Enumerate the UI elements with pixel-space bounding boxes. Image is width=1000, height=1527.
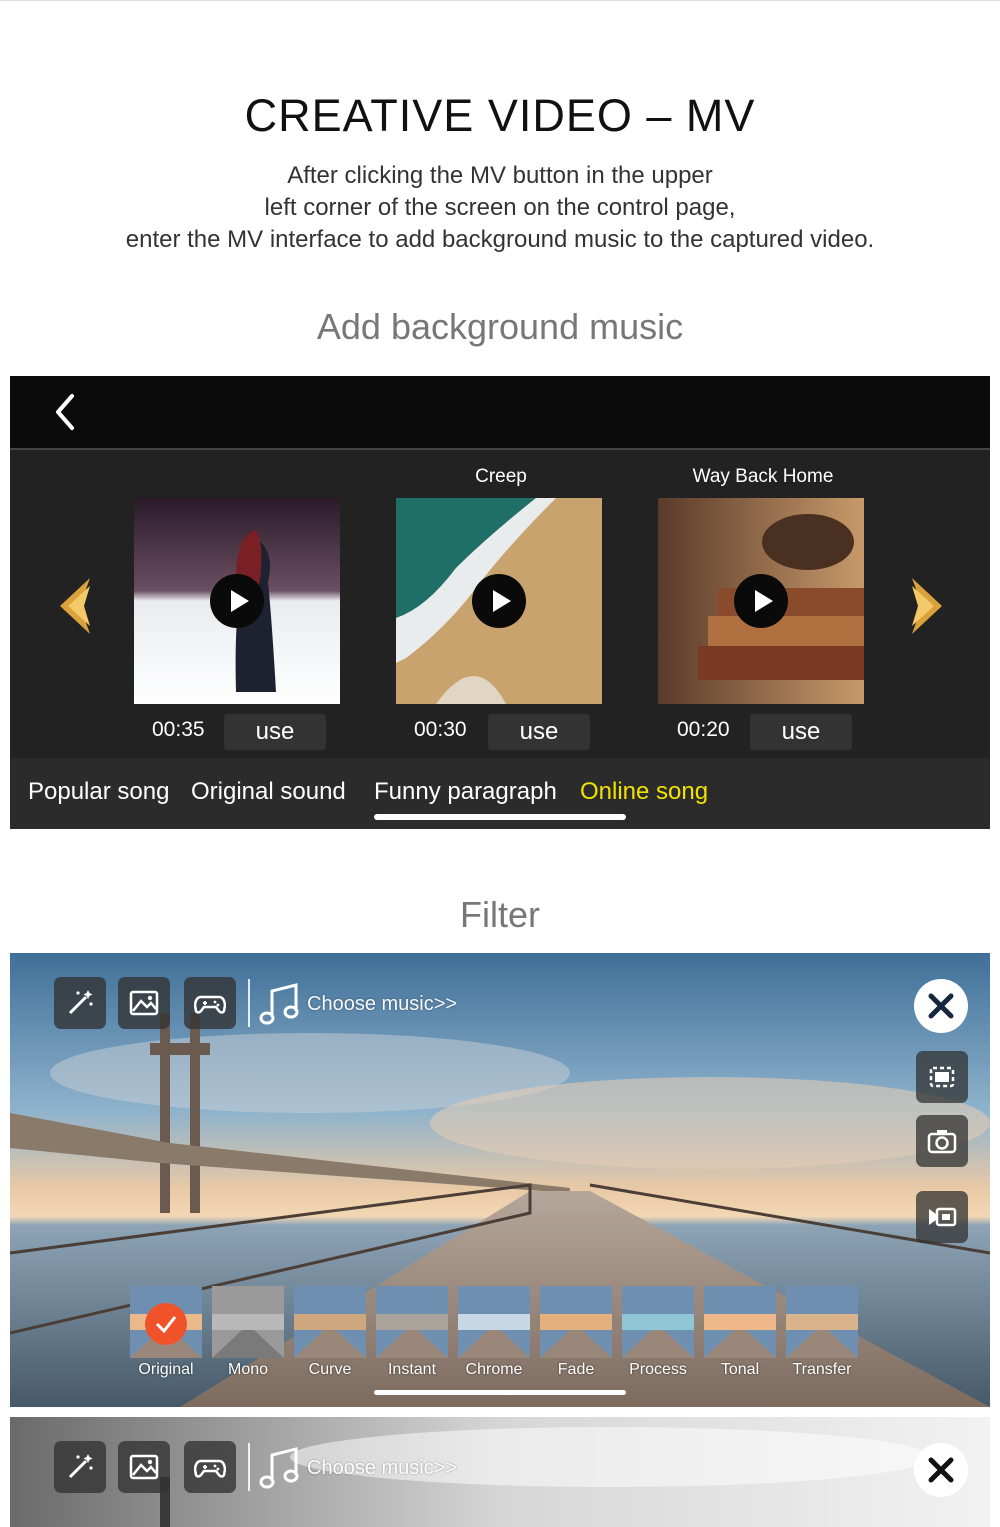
video-icon[interactable] [916, 1191, 968, 1243]
music-note-icon[interactable] [258, 981, 302, 1027]
filter-thumb-instant[interactable] [376, 1286, 448, 1358]
gamepad-icon[interactable] [184, 1441, 236, 1493]
filter-label: Instant [387, 1361, 437, 1378]
play-icon[interactable] [210, 574, 264, 628]
filter-thumb-chrome[interactable] [458, 1286, 530, 1358]
filter-thumb-transfer[interactable] [786, 1286, 858, 1358]
tab-online-song[interactable]: Online song [580, 778, 708, 806]
check-icon [145, 1303, 187, 1345]
section-title-filter: Filter [460, 894, 540, 935]
filter-thumb-tonal[interactable] [704, 1286, 776, 1358]
filter-preview-image [458, 1286, 530, 1358]
use-button[interactable]: use [750, 714, 852, 750]
filter-label: Process [629, 1361, 687, 1378]
toolbar-divider [248, 1443, 250, 1491]
top-divider [0, 0, 1000, 1]
play-icon[interactable] [472, 574, 526, 628]
filter-label: Curve [308, 1361, 352, 1378]
arrow-right-icon[interactable] [908, 576, 944, 636]
gamepad-icon[interactable] [184, 977, 236, 1029]
description-line: left corner of the screen on the control… [264, 194, 736, 221]
filter-thumb-original[interactable] [130, 1286, 202, 1358]
play-icon[interactable] [734, 574, 788, 628]
page-description: After clicking the MV button in the uppe… [0, 160, 1000, 256]
filter-label: Fade [557, 1361, 595, 1378]
toolbar-divider [248, 979, 250, 1027]
music-note-icon[interactable] [258, 1445, 302, 1491]
mv-top-bar [10, 376, 990, 450]
filter-preview-image [212, 1286, 284, 1358]
chevron-left-icon[interactable] [48, 390, 84, 434]
song-title: Creep [475, 466, 527, 487]
song-duration: 00:35 [152, 718, 205, 741]
tab-original-sound[interactable]: Original sound [191, 778, 346, 806]
use-button[interactable]: use [488, 714, 590, 750]
choose-music-link[interactable]: Choose music>> [307, 993, 457, 1016]
use-button[interactable]: use [224, 714, 326, 750]
image-icon[interactable] [118, 977, 170, 1029]
filter-preview-image [704, 1286, 776, 1358]
image-icon[interactable] [118, 1441, 170, 1493]
filter-preview-image [376, 1286, 448, 1358]
filter-panel: Choose music>> Original Mono Curve Instant C… [10, 953, 990, 1407]
frame-icon[interactable] [916, 1051, 968, 1103]
filter-preview-image [622, 1286, 694, 1358]
filter-thumb-fade[interactable] [540, 1286, 612, 1358]
filter-thumb-mono[interactable] [212, 1286, 284, 1358]
filter-preview-image [786, 1286, 858, 1358]
tab-funny-paragraph[interactable]: Funny paragraph [374, 778, 557, 806]
close-icon[interactable] [914, 979, 968, 1033]
page-title: CREATIVE VIDEO – MV [244, 90, 756, 141]
mv-music-panel: 00:35 use Creep 00:30 use Way Back Home [10, 376, 990, 829]
magic-wand-icon[interactable] [54, 1441, 106, 1493]
description-line: After clicking the MV button in the uppe… [287, 162, 713, 189]
song-cover[interactable] [134, 498, 340, 704]
section-title-music: Add background music [316, 306, 684, 347]
filter-label: Mono [227, 1361, 269, 1378]
magic-wand-icon[interactable] [54, 977, 106, 1029]
song-carousel: 00:35 use Creep 00:30 use Way Back Home [10, 450, 990, 760]
description-line: enter the MV interface to add background… [125, 226, 875, 253]
song-duration: 00:20 [677, 718, 730, 741]
filter-thumb-process[interactable] [622, 1286, 694, 1358]
music-category-tabs: Popular song Original sound Funny paragr… [10, 758, 990, 829]
filter-label: Transfer [792, 1361, 852, 1378]
arrow-left-icon[interactable] [58, 576, 94, 636]
song-cover[interactable] [658, 498, 864, 704]
song-title: Way Back Home [692, 466, 834, 487]
filter-label: Chrome [465, 1361, 523, 1378]
filter-preview-image [540, 1286, 612, 1358]
tab-indicator [374, 814, 626, 820]
camera-icon[interactable] [916, 1115, 968, 1167]
close-icon[interactable] [914, 1443, 968, 1497]
song-cover[interactable] [396, 498, 602, 704]
filter-thumb-curve[interactable] [294, 1286, 366, 1358]
filter-scroll-indicator [374, 1390, 626, 1395]
filter-label: Original [138, 1361, 194, 1378]
choose-music-link[interactable]: Choose music>> [307, 1457, 457, 1480]
filter-label: Tonal [720, 1361, 760, 1378]
song-duration: 00:30 [414, 718, 467, 741]
filter-panel-mono: Choose music>> [10, 1417, 990, 1527]
filter-preview-image [294, 1286, 366, 1358]
tab-popular-song[interactable]: Popular song [28, 778, 169, 806]
